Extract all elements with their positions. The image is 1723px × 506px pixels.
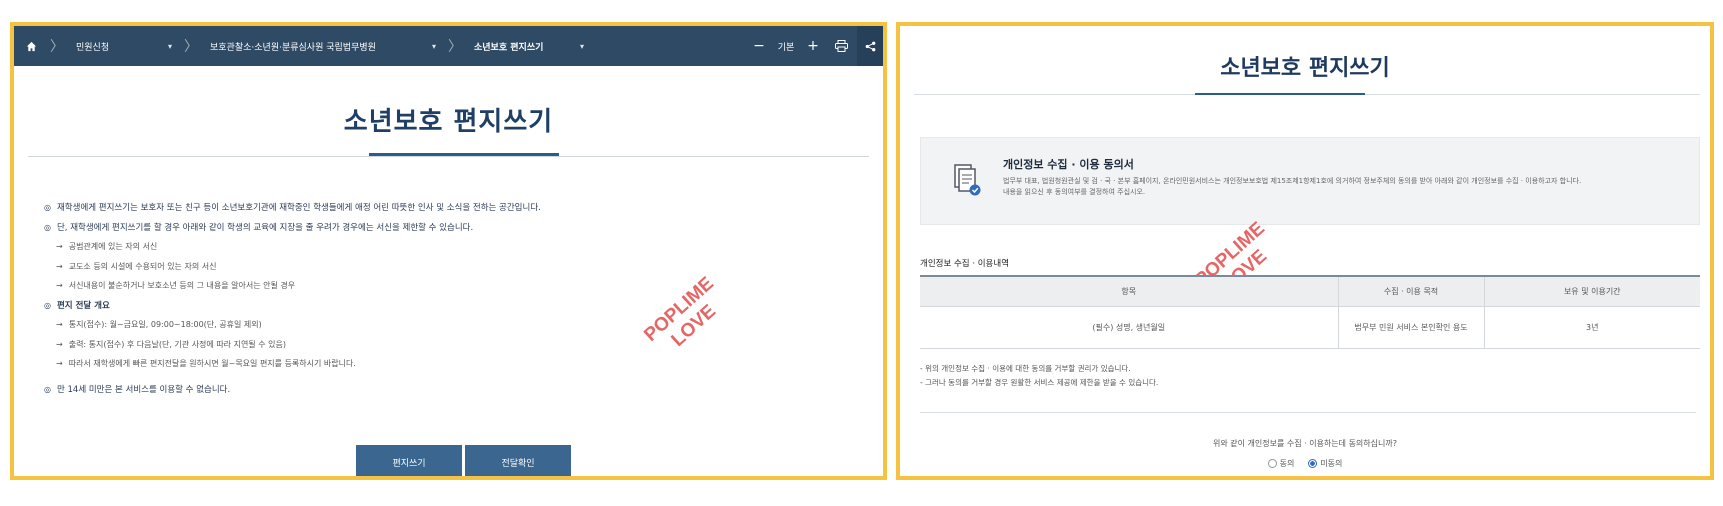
notice-item: 만 14세 미만은 본 서비스를 이용할 수 없습니다. [44, 380, 824, 400]
write-letter-button[interactable]: 편지쓰기 [356, 445, 462, 476]
font-increase-button[interactable]: + [801, 26, 825, 66]
consent-question: 위와 같이 개인정보를 수집 · 이용하는데 동의하십니까? [1213, 439, 1397, 448]
notice-subitem: 공범관계에 있는 자의 서신 [44, 237, 824, 257]
column-header: 수집 · 이용 목적 [1337, 275, 1484, 307]
column-header: 보유 및 이용기간 [1483, 275, 1700, 307]
title-underline [1195, 93, 1365, 95]
title-underline [369, 153, 559, 156]
divider [920, 412, 1696, 413]
section-label: 개인정보 수집 · 이용내역 [920, 259, 1010, 269]
divider [28, 156, 869, 157]
document-icon [951, 163, 983, 197]
page-title: 소년보호 편지쓰기 [1220, 56, 1390, 81]
consent-description: 법무부 대표, 법원청원관실 및 검 · 국 · 본부 홈페이지, 온라인민원서… [1003, 177, 1582, 196]
chevron-down-icon: ▾ [579, 41, 584, 51]
agree-radio[interactable]: 동의 [1267, 458, 1294, 469]
home-icon[interactable] [14, 26, 48, 66]
action-buttons: 편지쓰기 전달확인 [356, 445, 571, 476]
notice-subitem: 출력: 통지(접수) 후 다음날(단, 기관 사정에 따라 지연될 수 있음) [44, 335, 824, 355]
breadcrumb-separator: 〉 [184, 39, 198, 55]
table-cell: 법무부 민원 서비스 본인확인 용도 [1337, 306, 1484, 349]
disagree-radio[interactable]: 미동의 [1308, 458, 1342, 469]
font-decrease-button[interactable]: − [747, 26, 771, 66]
table-cell: 3년 [1483, 306, 1700, 349]
chevron-down-icon: ▾ [431, 41, 436, 51]
notice-item: 재학생에게 편지쓰기는 보호자 또는 친구 등이 소년보호기관에 재학중인 학생… [44, 198, 824, 218]
notice-subitem: 교도소 등의 시설에 수용되어 있는 자의 서신 [44, 257, 824, 277]
table-header-row: 항목 수집 · 이용 목적 보유 및 이용기간 [920, 275, 1700, 307]
chevron-down-icon: ▾ [167, 41, 172, 51]
delivery-check-button[interactable]: 전달확인 [465, 445, 571, 476]
consent-notes: - 위의 개인정보 수집 · 이용에 대한 동의를 거부할 권리가 있습니다. … [920, 364, 1159, 387]
breadcrumb-item-civil-application[interactable]: 민원신청 ▾ [66, 26, 182, 66]
table-row: (필수) 성명, 생년월일 법무부 민원 서비스 본인확인 용도 3년 [920, 306, 1700, 349]
breadcrumb-item-agency[interactable]: 보호관찰소·소년원·분류심사원 국립법무병원 ▾ [200, 26, 446, 66]
print-icon[interactable] [825, 26, 857, 66]
notice-subitem: 따라서 재학생에게 빠른 편지전달을 원하시면 월~목요일 편지를 등록하시기 … [44, 354, 824, 374]
table-cell: (필수) 성명, 생년월일 [920, 306, 1338, 349]
notice-item: 단, 재학생에게 편지쓰기를 할 경우 아래와 같이 학생의 교육에 지장을 줄… [44, 218, 824, 238]
column-header: 항목 [920, 275, 1338, 307]
page-title: 소년보호 편지쓰기 [343, 107, 554, 137]
right-screenshot-panel: 소년보호 편지쓰기 개인정보 수집 · 이용 동의서 법무부 대표, 법원청원관… [896, 22, 1714, 480]
radio-unchecked-icon[interactable] [1267, 459, 1277, 468]
toolbar: − 기본 + [747, 26, 883, 66]
top-navigation-bar: 〉 민원신청 ▾ 〉 보호관찰소·소년원·분류심사원 국립법무병원 ▾ 〉 소년… [14, 26, 883, 66]
consent-info-box: 개인정보 수집 · 이용 동의서 법무부 대표, 법원청원관실 및 검 · 국 … [920, 137, 1700, 225]
share-icon[interactable] [857, 26, 883, 66]
font-size-label: 기본 [777, 42, 795, 53]
radio-checked-icon[interactable] [1308, 459, 1318, 468]
breadcrumb-separator: 〉 [50, 39, 64, 55]
left-screenshot-panel: 〉 민원신청 ▾ 〉 보호관찰소·소년원·분류심사원 국립법무병원 ▾ 〉 소년… [10, 22, 887, 480]
breadcrumb-separator: 〉 [448, 39, 462, 55]
consent-title: 개인정보 수집 · 이용 동의서 [1003, 158, 1134, 171]
collection-items-table: 항목 수집 · 이용 목적 보유 및 이용기간 (필수) 성명, 생년월일 법무… [920, 275, 1700, 349]
breadcrumb-item-current[interactable]: 소년보호 편지쓰기 ▾ [464, 26, 594, 66]
consent-radio-group: 동의 미동의 [900, 458, 1710, 469]
